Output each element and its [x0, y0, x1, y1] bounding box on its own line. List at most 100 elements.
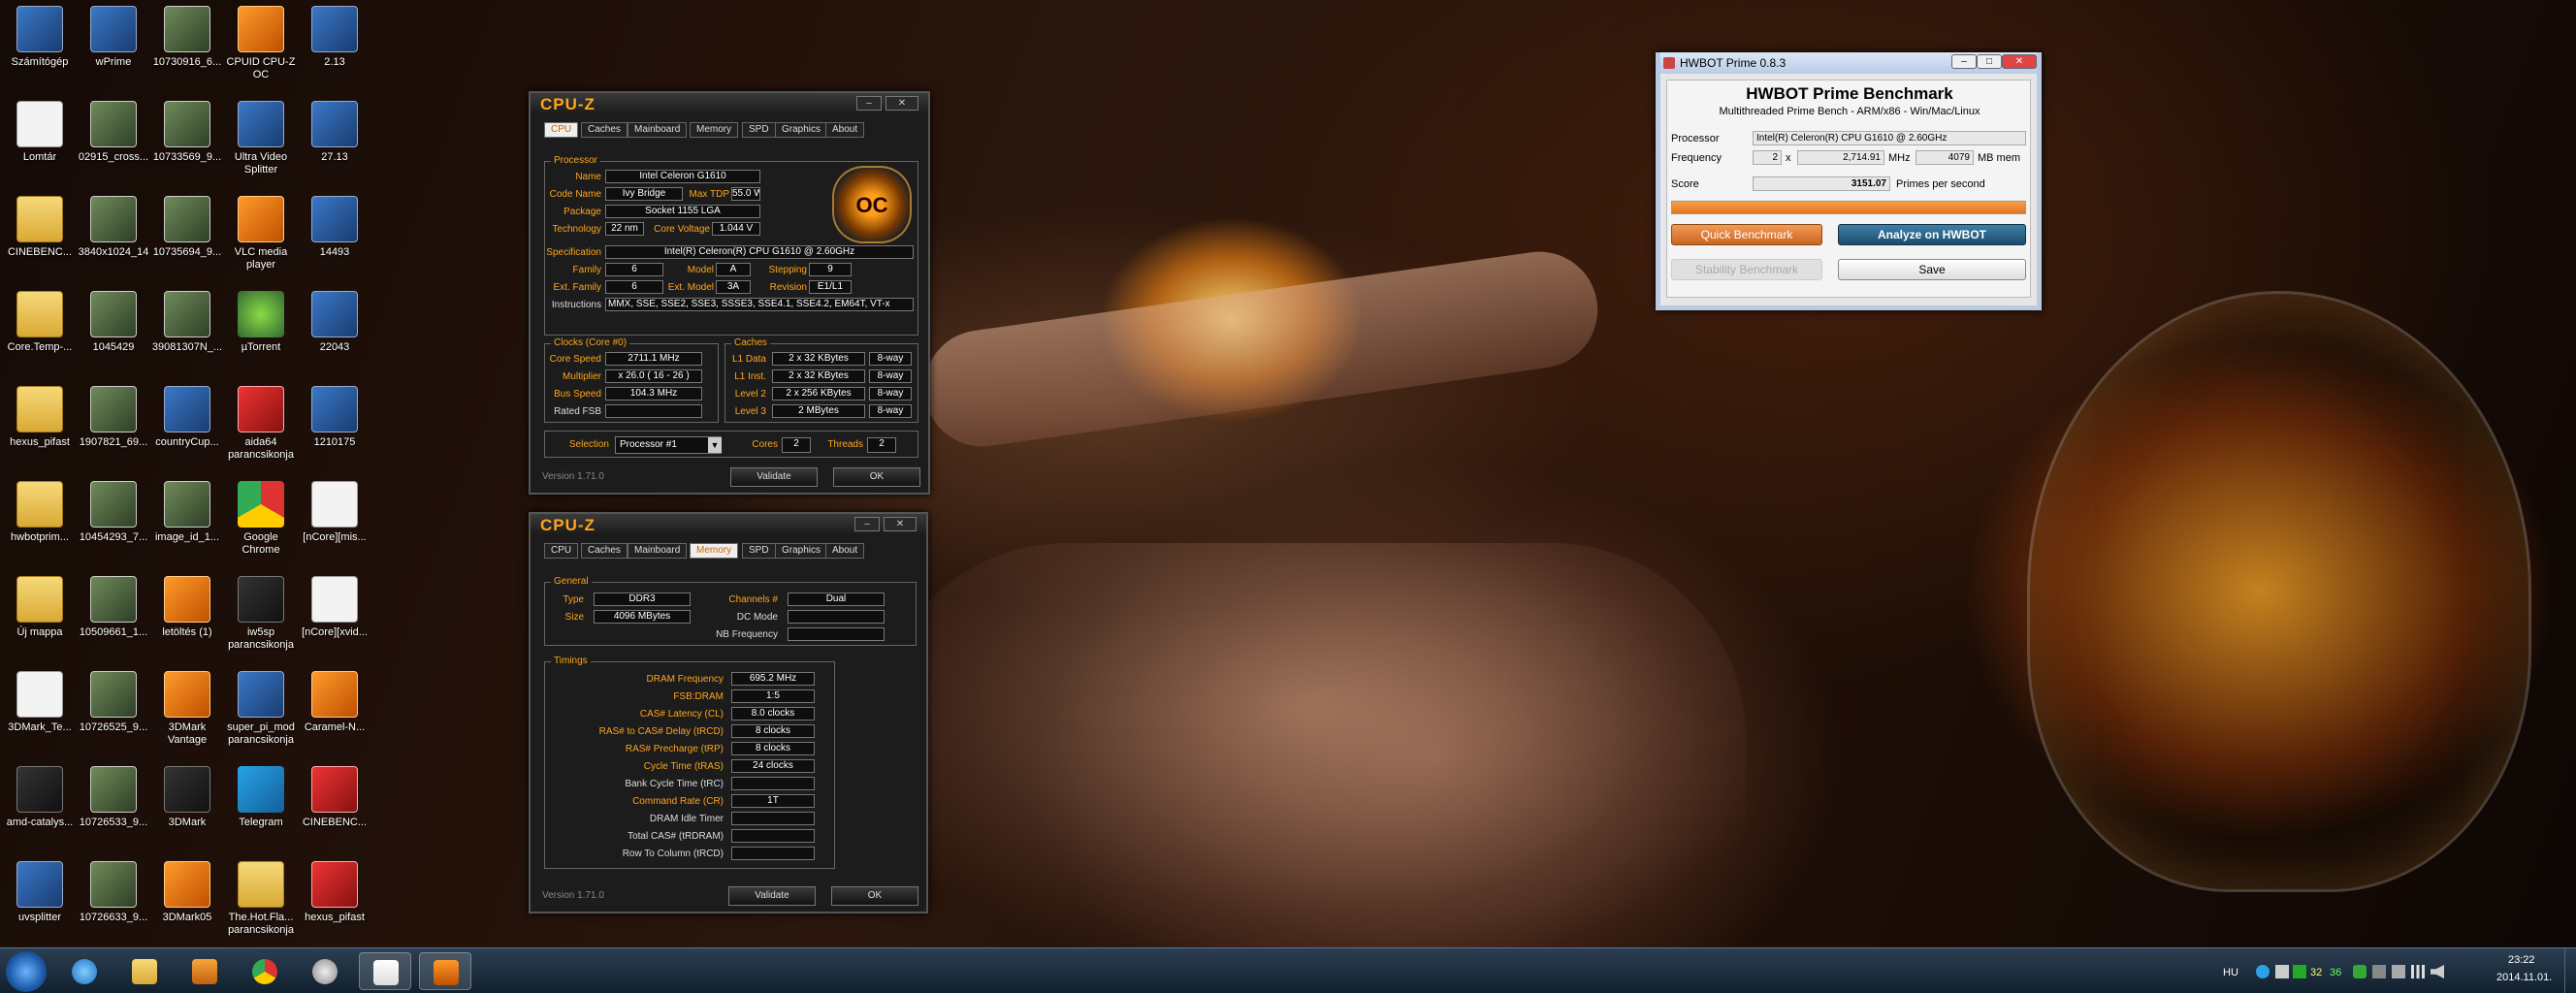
close-button[interactable]: ✕	[2002, 54, 2037, 69]
show-desktop-button[interactable]	[2564, 948, 2576, 993]
desktop-icon[interactable]: 02915_cross...	[78, 101, 149, 164]
desktop-icon[interactable]: CINEBENC...	[299, 766, 370, 829]
start-button[interactable]	[6, 951, 47, 992]
desktop-icon[interactable]: µTorrent	[225, 291, 297, 354]
desktop-icon[interactable]: 14493	[299, 196, 370, 259]
chevron-down-icon[interactable]: ▼	[708, 437, 722, 453]
desktop-icon[interactable]: Lomtár	[4, 101, 76, 164]
desktop-icon[interactable]: 1210175	[299, 386, 370, 449]
desktop-icon[interactable]: Telegram	[225, 766, 297, 829]
tab-spd[interactable]: SPD	[742, 122, 776, 138]
tab-caches[interactable]: Caches	[581, 543, 628, 559]
tray-icon-4[interactable]	[2353, 965, 2367, 978]
desktop-icon[interactable]: 3840x1024_14	[78, 196, 149, 259]
cpuz-window-memory[interactable]: CPU-Z – ✕ CPU Caches Mainboard Memory SP…	[529, 512, 928, 913]
desktop-icon[interactable]: [nCore][mis...	[299, 481, 370, 544]
desktop-icon[interactable]: CPUID CPU-Z OC	[225, 6, 297, 81]
desktop-icon[interactable]: 3DMark_Te...	[4, 671, 76, 734]
tab-cpu[interactable]: CPU	[544, 543, 579, 559]
tab-graphics[interactable]: Graphics	[775, 122, 828, 138]
tab-graphics[interactable]: Graphics	[775, 543, 828, 559]
desktop-icon[interactable]: 10726533_9...	[78, 766, 149, 829]
desktop-icon[interactable]: 3DMark	[151, 766, 223, 829]
desktop-icon[interactable]: 10730916_6...	[151, 6, 223, 69]
desktop-icon[interactable]: 10733569_9...	[151, 101, 223, 164]
desktop-icon[interactable]: 3DMark Vantage	[151, 671, 223, 747]
desktop-icon[interactable]: [nCore][xvid...	[299, 576, 370, 639]
taskbar-ie[interactable]	[58, 952, 111, 990]
taskbar-cpuz[interactable]	[419, 952, 471, 990]
desktop-icon[interactable]: image_id_1...	[151, 481, 223, 544]
tab-caches[interactable]: Caches	[581, 122, 628, 138]
desktop-icon[interactable]: Új mappa	[4, 576, 76, 639]
desktop-icon[interactable]: 39081307N_...	[151, 291, 223, 354]
desktop-icon[interactable]: hexus_pifast	[299, 861, 370, 924]
desktop-icon[interactable]: 10454293_7...	[78, 481, 149, 544]
tab-about[interactable]: About	[825, 122, 865, 138]
taskbar-app[interactable]	[299, 952, 351, 990]
minimize-button[interactable]: –	[1951, 54, 1977, 69]
clock-time[interactable]: 23:22	[2508, 954, 2535, 966]
save-button[interactable]: Save	[1838, 259, 2026, 280]
close-button[interactable]: ✕	[884, 517, 917, 531]
taskbar-chrome[interactable]	[239, 952, 291, 990]
desktop-icon[interactable]: letöltés (1)	[151, 576, 223, 639]
tray-icon-3[interactable]	[2293, 965, 2306, 978]
desktop-icon[interactable]: super_pi_mod parancsikonja	[225, 671, 297, 747]
desktop-icon[interactable]: CINEBENC...	[4, 196, 76, 259]
tab-memory[interactable]: Memory	[690, 122, 739, 138]
desktop-icon[interactable]: 10509661_1...	[78, 576, 149, 639]
volume-icon[interactable]	[2431, 965, 2444, 978]
tab-cpu[interactable]: CPU	[544, 122, 579, 138]
language-indicator[interactable]: HU	[2223, 967, 2238, 978]
desktop-icon[interactable]: VLC media player	[225, 196, 297, 272]
tab-spd[interactable]: SPD	[742, 543, 776, 559]
validate-button[interactable]: Validate	[728, 886, 816, 906]
cpu-temp-2[interactable]: 36	[2330, 967, 2341, 978]
taskbar-explorer[interactable]	[118, 952, 171, 990]
taskbar-java[interactable]	[359, 952, 411, 990]
tab-mainboard[interactable]: Mainboard	[628, 543, 688, 559]
maximize-button[interactable]: □	[1977, 54, 2002, 69]
desktop-icon[interactable]: 10726525_9...	[78, 671, 149, 734]
desktop-icon[interactable]: 1045429	[78, 291, 149, 354]
desktop-icon[interactable]: hwbotprim...	[4, 481, 76, 544]
cpuz-titlebar[interactable]: CPU-Z – ✕	[531, 514, 926, 535]
desktop-icon[interactable]: Számítógép	[4, 6, 76, 69]
desktop-icon[interactable]: uvsplitter	[4, 861, 76, 924]
network-icon[interactable]	[2411, 965, 2425, 978]
processor-select[interactable]: Processor #1	[615, 436, 722, 454]
cpuz-window-cpu[interactable]: CPU-Z – ✕ CPU Caches Mainboard Memory SP…	[529, 91, 930, 495]
taskbar-media[interactable]	[178, 952, 231, 990]
cpuz-titlebar[interactable]: CPU-Z – ✕	[531, 93, 928, 114]
hwbot-window[interactable]: HWBOT Prime 0.8.3 – □ ✕ HWBOT Prime Benc…	[1656, 52, 2042, 310]
desktop-icon[interactable]: 10726633_9...	[78, 861, 149, 924]
cpu-temp-1[interactable]: 32	[2310, 967, 2322, 978]
desktop-icon[interactable]: 10735694_9...	[151, 196, 223, 259]
desktop-icon[interactable]: The.Hot.Fla... parancsikonja	[225, 861, 297, 937]
ok-button[interactable]: OK	[831, 886, 918, 906]
desktop-icon[interactable]: 22043	[299, 291, 370, 354]
clock-date[interactable]: 2014.11.01.	[2496, 972, 2552, 983]
desktop-icon[interactable]: 2.13	[299, 6, 370, 69]
desktop-icon[interactable]: amd-catalys...	[4, 766, 76, 829]
validate-button[interactable]: Validate	[730, 467, 818, 487]
minimize-button[interactable]: –	[856, 96, 882, 111]
ok-button[interactable]: OK	[833, 467, 920, 487]
desktop-icon[interactable]: Core.Temp-...	[4, 291, 76, 354]
close-button[interactable]: ✕	[886, 96, 918, 111]
desktop-icon[interactable]: aida64 parancsikonja	[225, 386, 297, 462]
desktop-icon[interactable]: 3DMark05	[151, 861, 223, 924]
tab-memory[interactable]: Memory	[690, 543, 739, 559]
stability-benchmark-button[interactable]: Stability Benchmark	[1671, 259, 1822, 280]
minimize-button[interactable]: –	[854, 517, 880, 531]
tray-icon-5[interactable]	[2372, 965, 2386, 978]
hwbot-titlebar[interactable]: HWBOT Prime 0.8.3 – □ ✕	[1660, 52, 2037, 74]
desktop-icon[interactable]: 1907821_69...	[78, 386, 149, 449]
tab-about[interactable]: About	[825, 543, 865, 559]
desktop-icon[interactable]: hexus_pifast	[4, 386, 76, 449]
desktop-icon[interactable]: Ultra Video Splitter	[225, 101, 297, 176]
flag-icon[interactable]	[2392, 965, 2405, 978]
analyze-on-hwbot-button[interactable]: Analyze on HWBOT	[1838, 224, 2026, 245]
tab-mainboard[interactable]: Mainboard	[628, 122, 688, 138]
